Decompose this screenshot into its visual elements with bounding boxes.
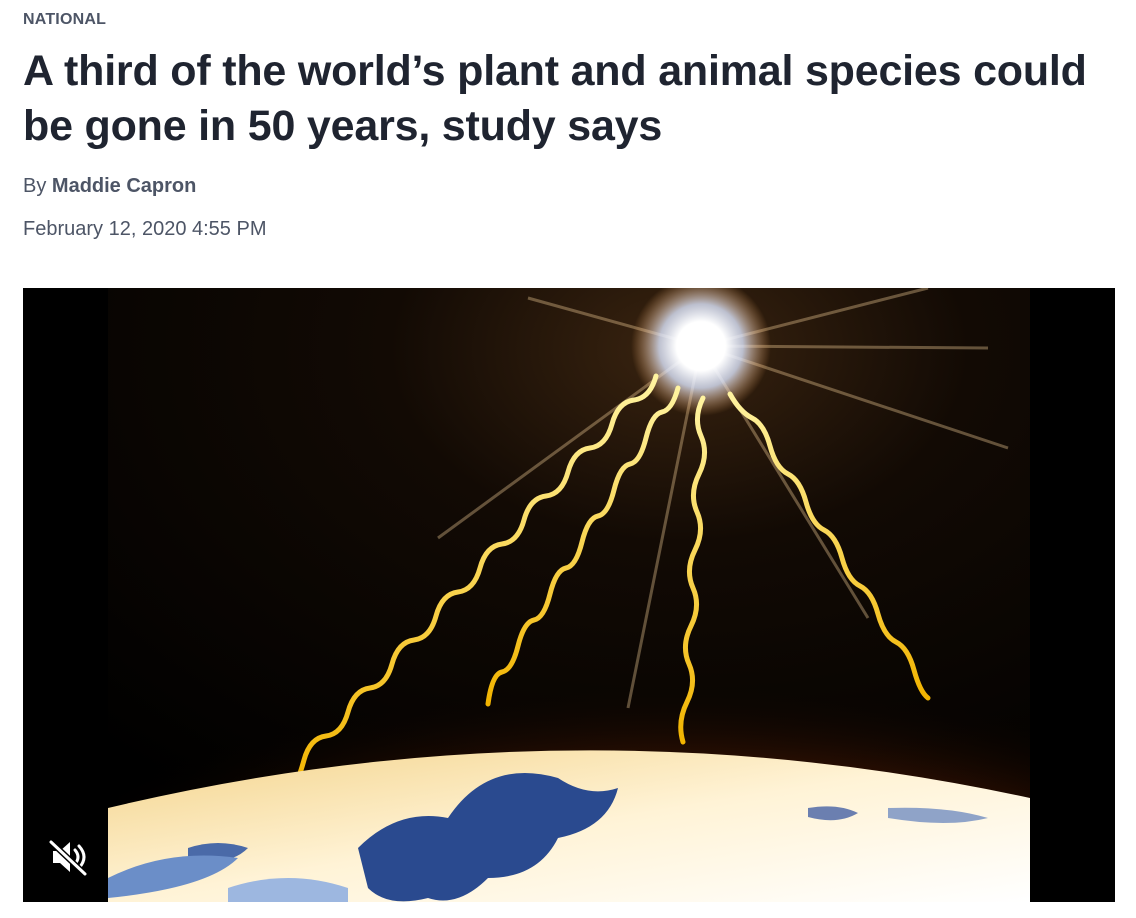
author-name[interactable]: Maddie Capron — [52, 175, 196, 197]
mute-button[interactable] — [43, 834, 95, 880]
byline-prefix: By — [23, 175, 47, 197]
speaker-muted-icon — [48, 839, 88, 877]
video-player[interactable] — [23, 288, 1115, 902]
section-label[interactable]: NATIONAL — [23, 11, 106, 29]
video-frame — [108, 288, 1030, 902]
byline: By Maddie Capron — [23, 175, 196, 198]
headline: A third of the world’s plant and animal … — [23, 47, 1087, 150]
publish-date: February 12, 2020 4:55 PM — [23, 218, 267, 240]
